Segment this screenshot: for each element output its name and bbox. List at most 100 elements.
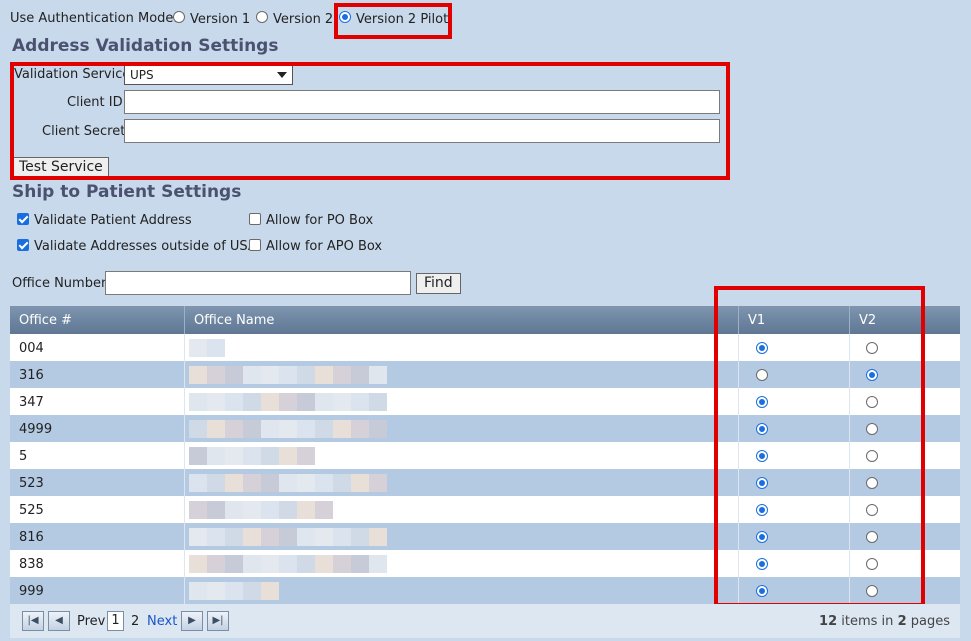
auth-version-1-label[interactable]: Version 1	[190, 12, 250, 27]
auth-version-2-radio[interactable]	[256, 11, 268, 23]
redacted-name-block	[207, 339, 225, 357]
next-link[interactable]: Next	[147, 614, 177, 629]
v1-radio[interactable]	[756, 558, 768, 570]
office-number-cell: 816	[19, 530, 44, 545]
v2-cell	[849, 415, 960, 442]
redacted-name-block	[207, 582, 225, 600]
auth-version-1-radio[interactable]	[173, 11, 185, 23]
redacted-name-block	[315, 474, 333, 492]
auth-mode-label: Use Authentication Mode:	[10, 11, 178, 26]
validation-service-select[interactable]: UPS	[124, 65, 293, 85]
v1-radio[interactable]	[756, 342, 768, 354]
prev-page-icon[interactable]: ◀	[48, 611, 70, 631]
redacted-name-block	[225, 447, 243, 465]
v1-radio[interactable]	[756, 531, 768, 543]
allow-apo-box-label[interactable]: Allow for APO Box	[266, 239, 382, 254]
v2-radio[interactable]	[866, 531, 878, 543]
redacted-name-block	[369, 474, 387, 492]
page-1-current[interactable]: 1	[107, 611, 124, 631]
v1-radio[interactable]	[756, 450, 768, 462]
client-id-input[interactable]	[124, 90, 720, 114]
items-in-label: items in	[841, 614, 894, 629]
redacted-name-block	[315, 366, 333, 384]
v2-radio[interactable]	[866, 369, 878, 381]
v1-cell	[738, 523, 849, 550]
office-number-input[interactable]	[105, 271, 411, 295]
redacted-name-block	[189, 474, 207, 492]
validate-outside-usa-checkbox[interactable]	[17, 239, 29, 251]
redacted-name-block	[297, 447, 315, 465]
v1-radio[interactable]	[756, 477, 768, 489]
redacted-name-block	[243, 555, 261, 573]
col-office-name[interactable]: Office Name	[184, 306, 738, 334]
office-number-cell: 316	[19, 368, 44, 383]
redacted-name-block	[297, 393, 315, 411]
v1-radio[interactable]	[756, 585, 768, 597]
redacted-name-block	[369, 555, 387, 573]
client-secret-input[interactable]	[124, 119, 720, 143]
allow-apo-box-checkbox[interactable]	[249, 239, 261, 251]
redacted-name-block	[315, 555, 333, 573]
allow-po-box-checkbox[interactable]	[249, 213, 261, 225]
v1-radio[interactable]	[756, 396, 768, 408]
v2-radio[interactable]	[866, 342, 878, 354]
auth-version-2-pilot-radio[interactable]	[339, 11, 351, 23]
redacted-name-block	[207, 474, 225, 492]
test-service-button[interactable]: Test Service	[13, 157, 109, 178]
redacted-name-block	[333, 555, 351, 573]
validate-patient-address-checkbox[interactable]	[17, 213, 29, 225]
office-number-cell: 004	[19, 341, 44, 356]
redacted-name-block	[279, 366, 297, 384]
pager: |◀ ◀ Prev 1 2 Next ▶ ▶| 12 items in 2 pa…	[10, 604, 960, 638]
redacted-name-block	[297, 366, 315, 384]
v1-cell	[738, 361, 849, 388]
table-row: 838	[10, 550, 960, 577]
auth-version-2-pilot-label[interactable]: Version 2 Pilot	[356, 12, 448, 27]
redacted-name-block	[279, 501, 297, 519]
pages-label: pages	[910, 614, 950, 629]
table-row: 4999	[10, 415, 960, 442]
redacted-name-block	[189, 420, 207, 438]
prev-link[interactable]: Prev	[77, 614, 105, 629]
v1-radio[interactable]	[756, 504, 768, 516]
v2-radio[interactable]	[866, 450, 878, 462]
v1-cell	[738, 550, 849, 577]
redacted-name-block	[333, 366, 351, 384]
col-v2[interactable]: V2	[849, 306, 960, 334]
office-number-cell: 4999	[19, 422, 53, 437]
redacted-name-block	[261, 474, 279, 492]
v1-radio[interactable]	[756, 369, 768, 381]
chevron-down-icon	[277, 72, 287, 78]
validate-patient-address-label[interactable]: Validate Patient Address	[34, 213, 192, 228]
auth-version-2-label[interactable]: Version 2	[273, 12, 333, 27]
office-grid: Office # Office Name V1 V2 004 316 347 4999…	[10, 306, 960, 604]
redacted-name-block	[351, 393, 369, 411]
v2-radio[interactable]	[866, 585, 878, 597]
next-page-icon[interactable]: ▶	[181, 611, 203, 631]
col-v1[interactable]: V1	[738, 306, 849, 334]
v1-radio[interactable]	[756, 423, 768, 435]
office-name-cell	[184, 523, 738, 550]
find-button[interactable]: Find	[416, 273, 461, 294]
last-page-icon[interactable]: ▶|	[207, 611, 229, 631]
allow-po-box-label[interactable]: Allow for PO Box	[266, 213, 373, 228]
v2-radio[interactable]	[866, 423, 878, 435]
col-office-number[interactable]: Office #	[10, 306, 184, 334]
v2-radio[interactable]	[866, 558, 878, 570]
validate-outside-usa-label[interactable]: Validate Addresses outside of USA	[34, 239, 257, 254]
redacted-name-block	[315, 528, 333, 546]
redacted-name-block	[333, 393, 351, 411]
redacted-name-block	[315, 393, 333, 411]
redacted-name-block	[243, 501, 261, 519]
v2-radio[interactable]	[866, 477, 878, 489]
first-page-icon[interactable]: |◀	[22, 611, 44, 631]
v2-radio[interactable]	[866, 396, 878, 408]
v2-radio[interactable]	[866, 504, 878, 516]
page-2-link[interactable]: 2	[131, 614, 139, 629]
redacted-name-block	[297, 501, 315, 519]
table-row: 525	[10, 496, 960, 523]
redacted-name-block	[261, 366, 279, 384]
redacted-name-block	[261, 501, 279, 519]
office-name-cell	[184, 550, 738, 577]
redacted-name-block	[207, 555, 225, 573]
